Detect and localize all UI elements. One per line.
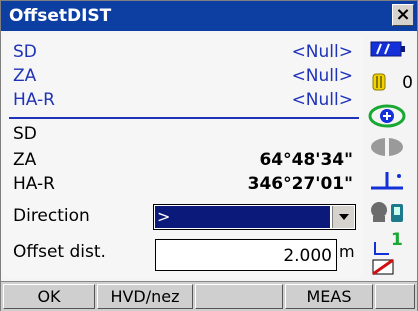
measured-value: <Null> [291,90,353,110]
measured-label: ZA [13,66,37,86]
measured-row-ha: HA-R <Null> [13,88,353,112]
offset-dist-window: OffsetDIST × SD <Null> ZA <Null> HA-R <N… [0,0,418,311]
measured-row-za: ZA <Null> [13,64,353,88]
battery-icon [365,38,417,68]
target-label: ZA [13,150,37,170]
offset-dist-value: 2.000 [283,246,332,266]
title-bar: OffsetDIST × [1,1,417,31]
target-value: 64°48'34" [259,150,353,170]
measurement-panel: SD <Null> ZA <Null> HA-R <Null> SD ZA 64… [3,34,363,278]
close-button[interactable]: × [392,4,414,26]
prism-constant-icon: 0 [365,70,417,100]
target-row-sd: SD [13,122,353,146]
measured-label: HA-R [13,90,55,110]
direction-label: Direction [13,206,90,226]
offset-unit: m [339,242,355,261]
bluetooth-icon [365,198,417,228]
measured-row-sd: SD <Null> [13,40,353,64]
window-title: OffsetDIST [9,6,112,26]
prism-constant-value: 0 [402,73,413,93]
direction-select[interactable]: > [153,204,356,230]
offset-label: Offset dist. [13,242,106,262]
target-value: 346°27'01" [247,174,353,194]
measured-value: <Null> [291,42,353,62]
laser-icon [365,102,417,132]
measured-label: SD [13,42,37,62]
input-mode-icon: 1 [365,228,417,258]
target-label: HA-R [13,174,55,194]
target-type-icon [365,134,417,164]
hvd-nez-button[interactable]: HVD/nez [97,284,193,309]
tilt-icon [365,164,417,194]
meas-button[interactable]: MEAS [285,284,373,309]
separator-line [9,117,359,119]
input-mode-value: 1 [391,230,403,250]
status-icon-bar: 0 1 [365,34,417,278]
softkey-3-button[interactable] [195,284,283,309]
softkey-5-button[interactable] [375,284,415,309]
softkey-bar: OK HVD/nez MEAS [1,281,417,311]
target-row-za: ZA 64°48'34" [13,148,353,172]
measured-value: <Null> [291,66,353,86]
ok-button[interactable]: OK [3,284,95,309]
target-row-ha: HA-R 346°27'01" [13,172,353,196]
direction-selected-value: > [155,206,330,228]
chevron-down-icon[interactable] [332,206,354,228]
target-label: SD [13,124,37,144]
offset-dist-input[interactable]: 2.000 [155,239,337,271]
